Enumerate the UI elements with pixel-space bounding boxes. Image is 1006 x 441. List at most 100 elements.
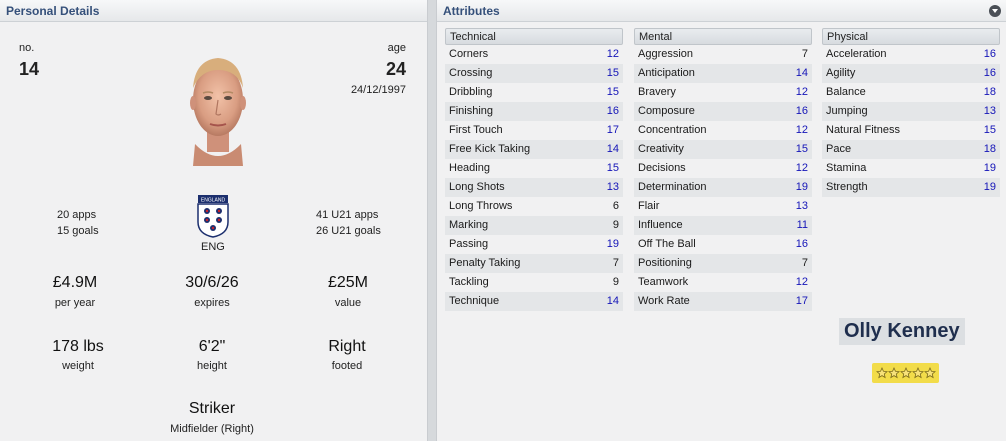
technical-column-header[interactable]: Technical: [445, 28, 623, 45]
secondary-position: Midfielder (Right): [170, 423, 254, 435]
attribute-name: Dribbling: [449, 86, 493, 98]
attribute-name: Finishing: [449, 105, 494, 117]
attribute-name: Natural Fitness: [826, 124, 900, 136]
player-name: Olly Kenney: [839, 318, 965, 345]
attribute-row-mental[interactable]: Work Rate 17: [634, 292, 812, 311]
attribute-row-mental[interactable]: Decisions 12: [634, 159, 812, 178]
height-label: height: [197, 360, 227, 372]
senior-goals: 15 goals: [57, 225, 99, 237]
attribute-row-mental[interactable]: Off The Ball 16: [634, 235, 812, 254]
attribute-row-technical[interactable]: Passing 19: [445, 235, 623, 254]
attribute-value: 16: [983, 67, 996, 79]
attribute-row-physical[interactable]: Balance 18: [822, 83, 1000, 102]
attribute-row-physical[interactable]: Strength 19: [822, 178, 1000, 197]
attribute-name: Decisions: [638, 162, 686, 174]
attribute-row-mental[interactable]: Influence 11: [634, 216, 812, 235]
attribute-value: 7: [612, 257, 619, 269]
panel-title: Attributes: [443, 4, 500, 18]
nation-code: ENG: [201, 241, 225, 253]
attribute-row-mental[interactable]: Concentration 12: [634, 121, 812, 140]
attribute-row-technical[interactable]: Crossing 15: [445, 64, 623, 83]
attribute-name: Corners: [449, 48, 489, 60]
height-value: 6'2": [198, 338, 226, 355]
attribute-value: 15: [795, 143, 808, 155]
attribute-value: 16: [795, 105, 808, 117]
attribute-value: 6: [612, 200, 619, 212]
attribute-row-physical[interactable]: Natural Fitness 15: [822, 121, 1000, 140]
attribute-row-technical[interactable]: Marking 9: [445, 216, 623, 235]
attribute-row-mental[interactable]: Determination 19: [634, 178, 812, 197]
attribute-row-technical[interactable]: Heading 15: [445, 159, 623, 178]
attribute-name: Aggression: [638, 48, 694, 60]
star-icon: [911, 367, 924, 379]
attribute-value: 14: [606, 295, 619, 307]
attribute-row-technical[interactable]: Dribbling 15: [445, 83, 623, 102]
contract-expiry-label: expires: [194, 297, 230, 309]
attribute-value: 12: [795, 86, 808, 98]
attribute-name: First Touch: [449, 124, 503, 136]
attribute-row-technical[interactable]: Technique 14: [445, 292, 623, 311]
attribute-value: 15: [983, 124, 996, 136]
attribute-row-physical[interactable]: Pace 18: [822, 140, 1000, 159]
attribute-row-mental[interactable]: Aggression 7: [634, 45, 812, 64]
attribute-value: 7: [801, 48, 808, 60]
contract-expiry-value: 30/6/26: [185, 274, 239, 291]
attribute-value: 16: [983, 48, 996, 60]
primary-position: Striker: [188, 400, 236, 417]
physical-attributes-column: Physical Acceleration 16 Agility 16 Balance 1…: [822, 28, 1000, 197]
attribute-row-mental[interactable]: Bravery 12: [634, 83, 812, 102]
attribute-row-technical[interactable]: Finishing 16: [445, 102, 623, 121]
attribute-name: Bravery: [638, 86, 676, 98]
attribute-name: Flair: [638, 200, 660, 212]
attribute-value: 13: [795, 200, 808, 212]
attribute-value: 12: [795, 124, 808, 136]
attribute-name: Crossing: [449, 67, 493, 79]
attribute-row-physical[interactable]: Stamina 19: [822, 159, 1000, 178]
attribute-name: Work Rate: [638, 295, 690, 307]
attribute-value: 19: [983, 181, 996, 193]
attribute-name: Long Shots: [449, 181, 505, 193]
attribute-value: 19: [795, 181, 808, 193]
attribute-row-technical[interactable]: Long Shots 13: [445, 178, 623, 197]
attribute-name: Tackling: [449, 276, 489, 288]
attribute-row-physical[interactable]: Agility 16: [822, 64, 1000, 83]
weight-value: 178 lbs: [52, 338, 104, 355]
attribute-value: 13: [606, 181, 619, 193]
attribute-row-technical[interactable]: Corners 12: [445, 45, 623, 64]
attribute-value: 18: [983, 86, 996, 98]
attribute-row-technical[interactable]: Long Throws 6: [445, 197, 623, 216]
attribute-value: 12: [795, 162, 808, 174]
attribute-row-mental[interactable]: Composure 16: [634, 102, 812, 121]
attribute-value: 17: [606, 124, 619, 136]
attribute-row-technical[interactable]: Tackling 9: [445, 273, 623, 292]
attribute-name: Jumping: [826, 105, 868, 117]
attribute-row-mental[interactable]: Anticipation 14: [634, 64, 812, 83]
attribute-row-technical[interactable]: Free Kick Taking 14: [445, 140, 623, 159]
attribute-value: 18: [983, 143, 996, 155]
england-crest-icon[interactable]: ENGLAND: [196, 194, 230, 238]
u21-apps: 41 U21 apps: [316, 209, 379, 221]
attribute-row-mental[interactable]: Positioning 7: [634, 254, 812, 273]
technical-attributes-column: Technical Corners 12 Crossing 15 Dribbling 15…: [445, 28, 623, 311]
attribute-row-mental[interactable]: Creativity 15: [634, 140, 812, 159]
star-icon: [887, 367, 900, 379]
mental-column-header[interactable]: Mental: [634, 28, 812, 45]
attribute-row-mental[interactable]: Teamwork 12: [634, 273, 812, 292]
attribute-value: 15: [606, 86, 619, 98]
attribute-row-technical[interactable]: Penalty Taking 7: [445, 254, 623, 273]
personal-details-panel: Personal Details no. 14 age 24 24/12/199…: [0, 0, 428, 441]
collapse-menu-icon[interactable]: [989, 5, 1001, 17]
senior-apps: 20 apps: [57, 209, 97, 221]
attribute-row-mental[interactable]: Flair 13: [634, 197, 812, 216]
attribute-name: Creativity: [638, 143, 684, 155]
attribute-row-physical[interactable]: Acceleration 16: [822, 45, 1000, 64]
physical-column-header[interactable]: Physical: [822, 28, 1000, 45]
attribute-row-technical[interactable]: First Touch 17: [445, 121, 623, 140]
attribute-name: Acceleration: [826, 48, 887, 60]
attribute-name: Off The Ball: [638, 238, 696, 250]
attribute-name: Penalty Taking: [449, 257, 521, 269]
attribute-name: Technique: [449, 295, 500, 307]
age-value: 24: [385, 59, 406, 79]
attribute-value: 11: [796, 219, 808, 231]
attribute-row-physical[interactable]: Jumping 13: [822, 102, 1000, 121]
